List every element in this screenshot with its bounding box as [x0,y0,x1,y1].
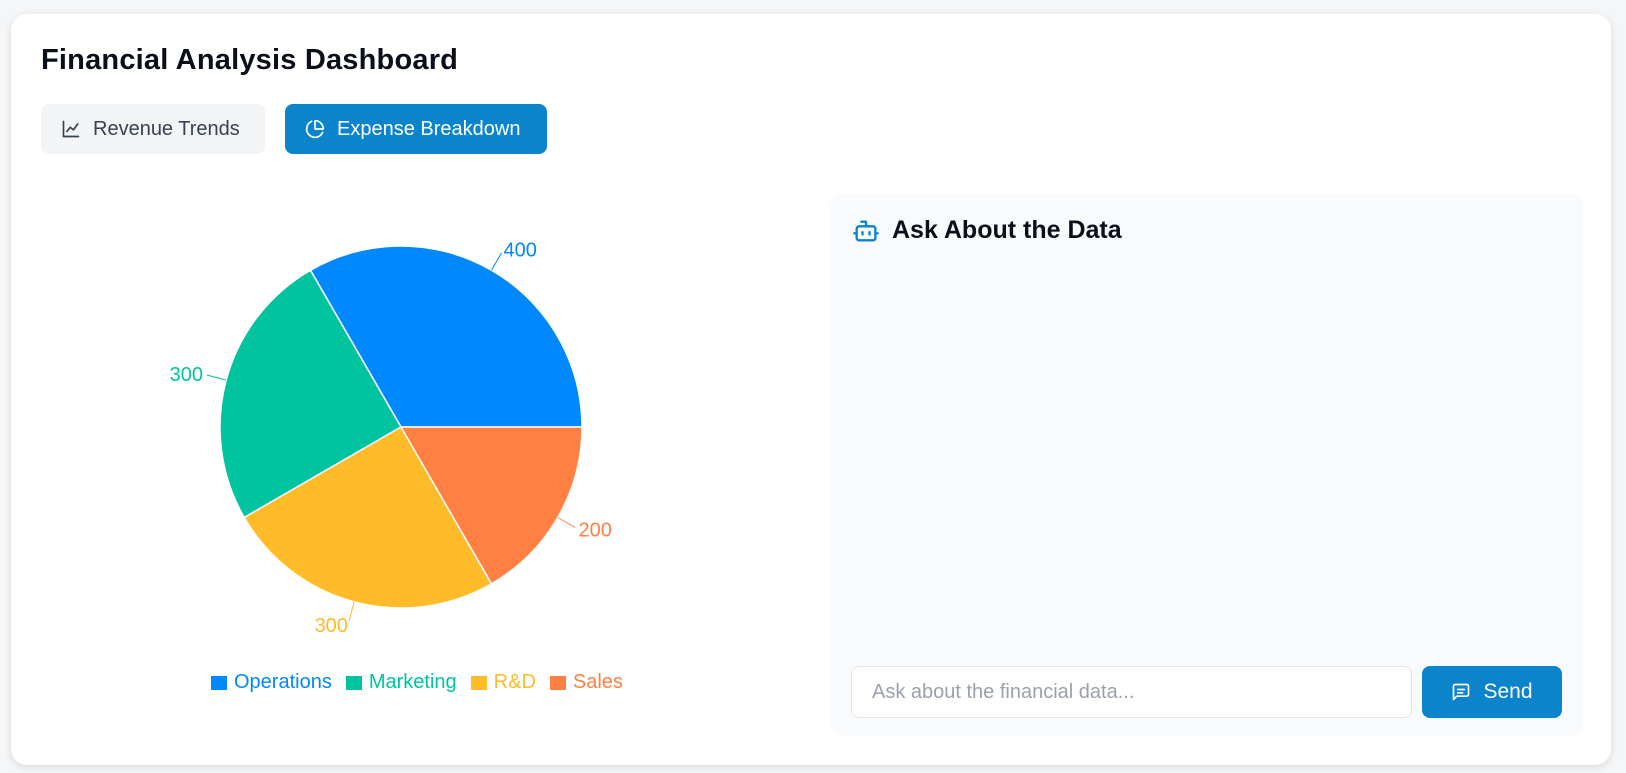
chat-input[interactable] [851,666,1412,718]
line-chart-icon [61,119,81,139]
tab-label: Expense Breakdown [337,117,521,140]
legend-item[interactable]: Marketing [345,671,457,694]
send-label: Send [1483,680,1533,703]
legend-label: Operations [234,671,332,693]
page-title: Financial Analysis Dashboard [41,44,459,76]
label-leader-line [557,517,576,528]
legend-label: R&D [493,671,536,693]
send-button[interactable]: Send [1422,666,1562,718]
label-leader-line [206,374,227,381]
legend-label: Sales [572,671,623,693]
legend-label: Marketing [368,671,457,693]
chat-header: Ask About the Data [852,216,1122,245]
tab-expense-breakdown[interactable]: Expense Breakdown [285,104,547,154]
legend-item[interactable]: Operations [211,671,332,694]
label-leader-line [348,601,355,622]
pie-chart-svg: 400 300 300 200 [170,239,612,637]
chat-title: Ask About the Data [892,216,1122,244]
legend-item[interactable]: Sales [549,671,623,694]
legend-item[interactable]: R&D [470,671,536,694]
legend-swatch [345,675,362,690]
legend-swatch [211,675,227,690]
data-label: 400 [504,239,537,261]
legend-swatch [549,675,566,690]
dashboard-card: Financial Analysis Dashboard Revenue Tre… [11,14,1611,765]
pie-chart-icon [305,119,325,139]
data-label: 300 [315,615,348,637]
expense-pie-chart: 400 300 300 200 Operations Marketing R&D Sales [71,214,791,714]
tab-label: Revenue Trends [93,117,240,140]
chat-panel: Ask About the Data Send [831,194,1583,736]
message-icon [1451,682,1471,702]
bot-icon [852,217,880,245]
legend-swatch [470,675,487,690]
data-label: 200 [579,520,612,542]
data-label: 300 [170,364,203,386]
tab-bar: Revenue Trends Expense Breakdown [41,104,547,154]
chart-legend: Operations Marketing R&D Sales [211,671,623,694]
label-leader-line [491,252,502,271]
tab-revenue-trends[interactable]: Revenue Trends [41,104,265,154]
